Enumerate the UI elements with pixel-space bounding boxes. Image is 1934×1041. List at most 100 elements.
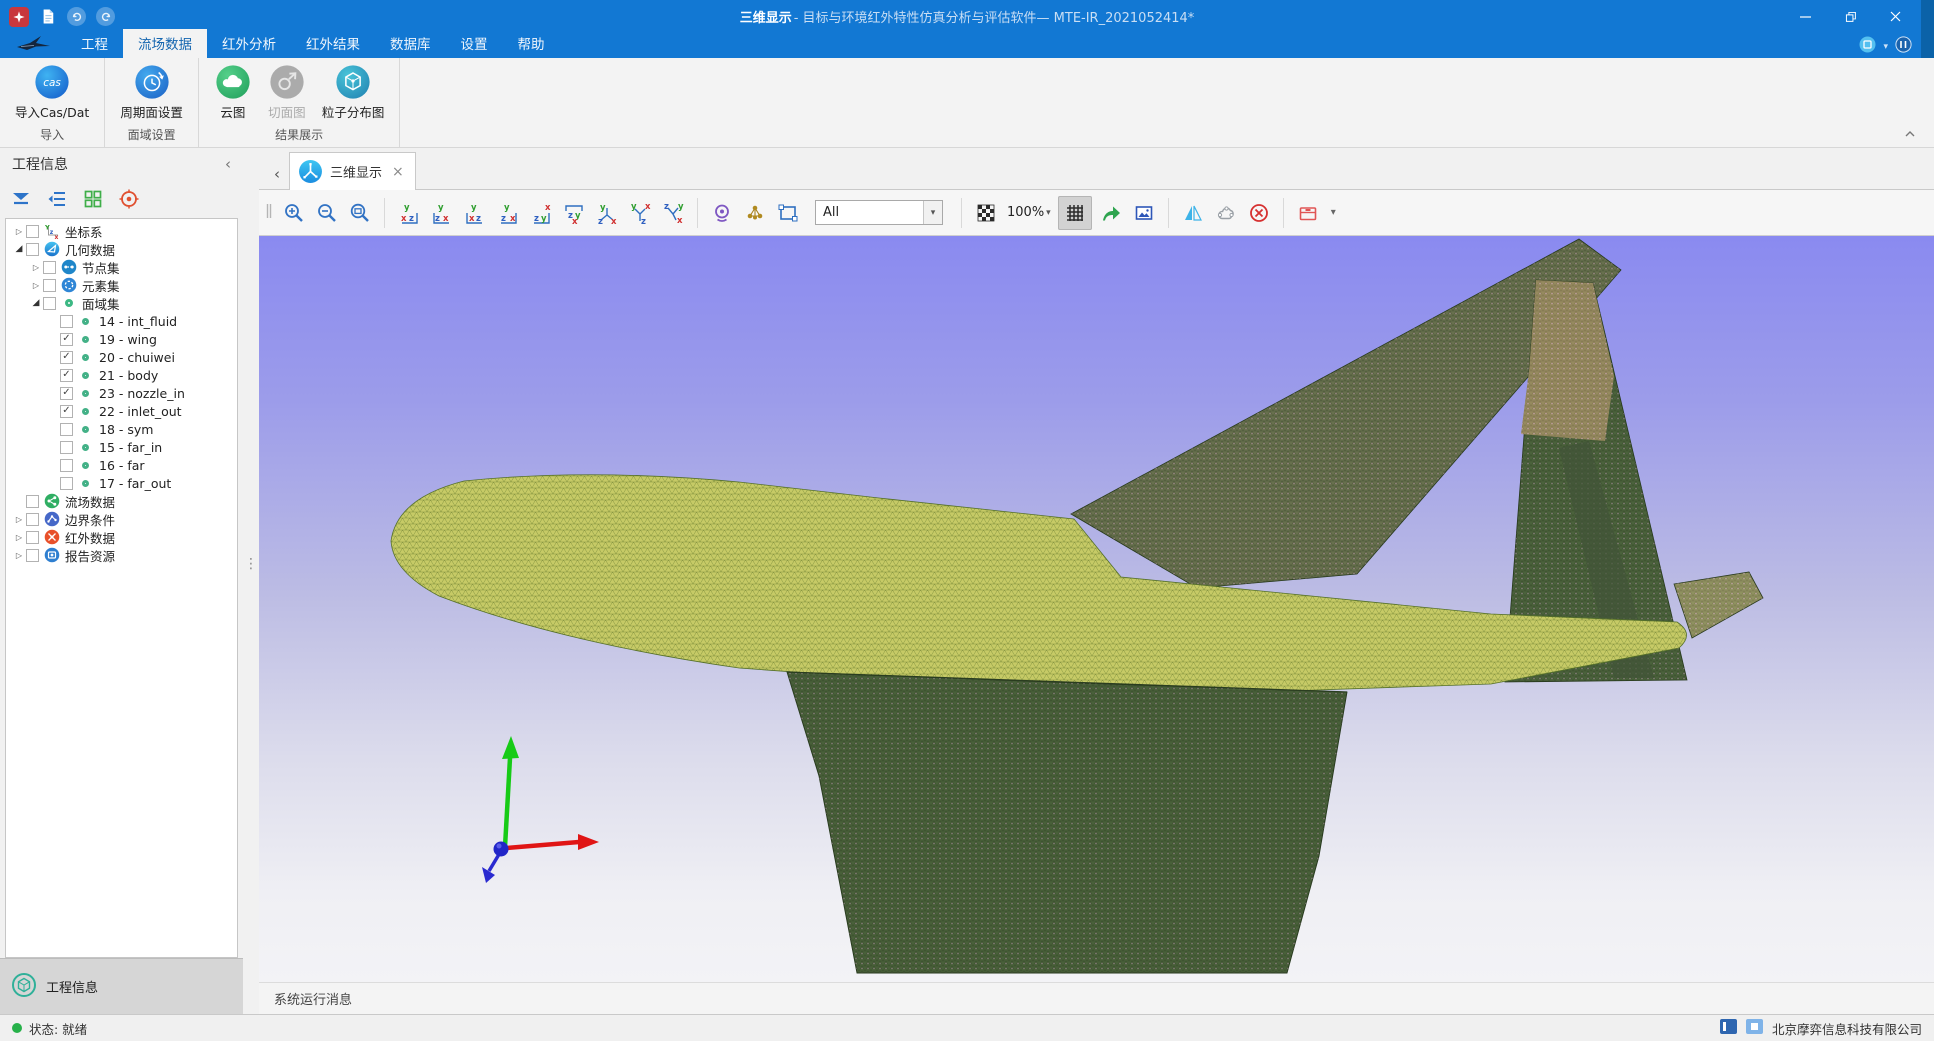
menu-item-help[interactable]: 帮助 [503,29,560,58]
ribbon-button-contour-map[interactable]: 云图 [207,61,259,123]
expand-icon[interactable]: ▷ [12,227,26,236]
tree-item-face-set[interactable]: ◢ 面域集 [6,294,237,312]
ribbon-button-import-cas-dat[interactable]: cas 导入Cas/Dat [8,61,96,123]
checkbox[interactable] [60,315,73,328]
tree-item-19-wing[interactable]: ✓ 19 - wing [6,330,237,348]
menu-item-ir-result[interactable]: 红外结果 [291,29,375,58]
probe-button[interactable] [708,199,736,227]
tree-item-17-far-out[interactable]: 17 - far_out [6,474,237,492]
view-zx-button[interactable]: yzx [428,199,456,227]
expand-icon[interactable]: ▷ [29,281,43,290]
minimize-button[interactable] [1783,0,1828,33]
checkbox[interactable] [60,459,73,472]
filter-icon[interactable] [10,188,32,210]
more-options-caret-icon[interactable]: ▾ [1331,207,1336,218]
panel-splitter[interactable]: ⋮ [243,148,259,1014]
checkbox[interactable] [43,261,56,274]
tree-item-22-inlet-out[interactable]: ✓ 22 - inlet_out [6,402,237,420]
view-iso-3-button[interactable]: zyx [659,199,687,227]
chevron-down-icon[interactable]: ▾ [1883,42,1888,52]
tree-item-14-int-fluid[interactable]: 14 - int_fluid [6,312,237,330]
app-button[interactable] [9,7,29,27]
view-iso-1-button[interactable]: yzx [593,199,621,227]
tree-item-coordinate-system[interactable]: ▷ Yzx 坐标系 [6,222,237,240]
tab-scroll-left-icon[interactable]: ‹ [265,159,289,189]
collapse-icon[interactable]: ◢ [12,244,26,254]
tree-item-geometry-data[interactable]: ◢ 几何数据 [6,240,237,258]
menu-item-settings[interactable]: 设置 [446,29,503,58]
tree-item-18-sym[interactable]: 18 - sym [6,420,237,438]
viewport-3d[interactable] [259,236,1934,982]
tree-item-node-set[interactable]: ▷ 节点集 [6,258,237,276]
checkbox[interactable] [26,243,39,256]
tree-item-20-chuiwei[interactable]: ✓ 20 - chuiwei [6,348,237,366]
checkbox[interactable] [43,297,56,310]
maximize-button[interactable] [1828,0,1873,33]
tree-item-report-resource[interactable]: ▷ 报告资源 [6,546,237,564]
zoom-in-button[interactable] [280,199,308,227]
checkbox[interactable] [26,549,39,562]
window-blue-icon[interactable] [1720,1019,1737,1037]
tree-item-infrared-data[interactable]: ▷ 红外数据 [6,528,237,546]
transparency-button[interactable] [972,199,1000,227]
checkbox[interactable] [26,225,39,238]
locate-icon[interactable] [118,188,140,210]
checkbox[interactable]: ✓ [60,333,73,346]
toolbar-drag-handle[interactable] [265,199,275,227]
clear-button[interactable] [1245,199,1273,227]
checkbox[interactable] [26,495,39,508]
checkbox[interactable] [60,441,73,454]
checkbox[interactable] [43,279,56,292]
snapshot-button[interactable] [1130,199,1158,227]
zoom-level-dropdown[interactable]: 100% ▾ [1007,205,1051,220]
node-render-button[interactable] [741,199,769,227]
menu-item-project[interactable]: 工程 [66,29,123,58]
box-select-button[interactable] [774,199,802,227]
checkbox[interactable]: ✓ [60,369,73,382]
save-view-button[interactable] [1294,199,1322,227]
grid-button[interactable] [1058,196,1092,230]
panel-collapse-icon[interactable]: ‹ [225,155,231,173]
export-button[interactable] [1097,199,1125,227]
checkbox[interactable] [60,423,73,436]
tree-item-flow-field-data[interactable]: 流场数据 [6,492,237,510]
tab-3d-view[interactable]: 三维显示 × [289,152,416,190]
panel-footer-tab[interactable]: 工程信息 [0,958,243,1014]
menu-item-ir-analysis[interactable]: 红外分析 [207,29,291,58]
tree-item-21-body[interactable]: ✓ 21 - body [6,366,237,384]
checkbox[interactable] [26,531,39,544]
expand-icon[interactable]: ▷ [29,263,43,272]
help-book-icon[interactable] [1895,36,1912,57]
view-zx-right-button[interactable]: yzx [494,199,522,227]
checkbox[interactable]: ✓ [60,405,73,418]
style-switch-icon[interactable] [1859,36,1876,57]
tree-item-16-far[interactable]: 16 - far [6,456,237,474]
outline-list-icon[interactable] [46,188,68,210]
tree-item-23-nozzle-in[interactable]: ✓ 23 - nozzle_in [6,384,237,402]
view-top-button[interactable]: zyx [560,199,588,227]
checkbox[interactable] [60,477,73,490]
tree-item-boundary-condition[interactable]: ▷ 边界条件 [6,510,237,528]
zoom-out-button[interactable] [313,199,341,227]
display-blue-icon[interactable] [1746,1019,1763,1037]
ribbon-button-particle-distribution-map[interactable]: 粒子分布图 [315,61,392,123]
tab-close-icon[interactable]: × [392,164,404,180]
display-filter-combobox[interactable]: All ▾ [815,200,943,225]
ribbon-button-slice-map[interactable]: 切面图 [261,61,313,123]
collapse-icon[interactable]: ◢ [29,298,43,308]
ribbon-button-periodic-face-settings[interactable]: 周期面设置 [113,61,190,123]
smooth-button[interactable] [1212,199,1240,227]
undo-button[interactable] [67,7,86,26]
tree-item-element-set[interactable]: ▷ 元素集 [6,276,237,294]
grid-view-icon[interactable] [82,188,104,210]
mirror-button[interactable] [1179,199,1207,227]
expand-icon[interactable]: ▷ [12,551,26,560]
view-xz-button[interactable]: yxz [395,199,423,227]
close-button[interactable] [1873,0,1918,33]
new-file-button[interactable] [39,7,57,27]
combobox-arrow-icon[interactable]: ▾ [923,201,942,224]
ribbon-collapse-button[interactable] [1904,123,1916,142]
checkbox[interactable]: ✓ [60,351,73,364]
menu-item-database[interactable]: 数据库 [375,29,446,58]
tree-item-15-far-in[interactable]: 15 - far_in [6,438,237,456]
